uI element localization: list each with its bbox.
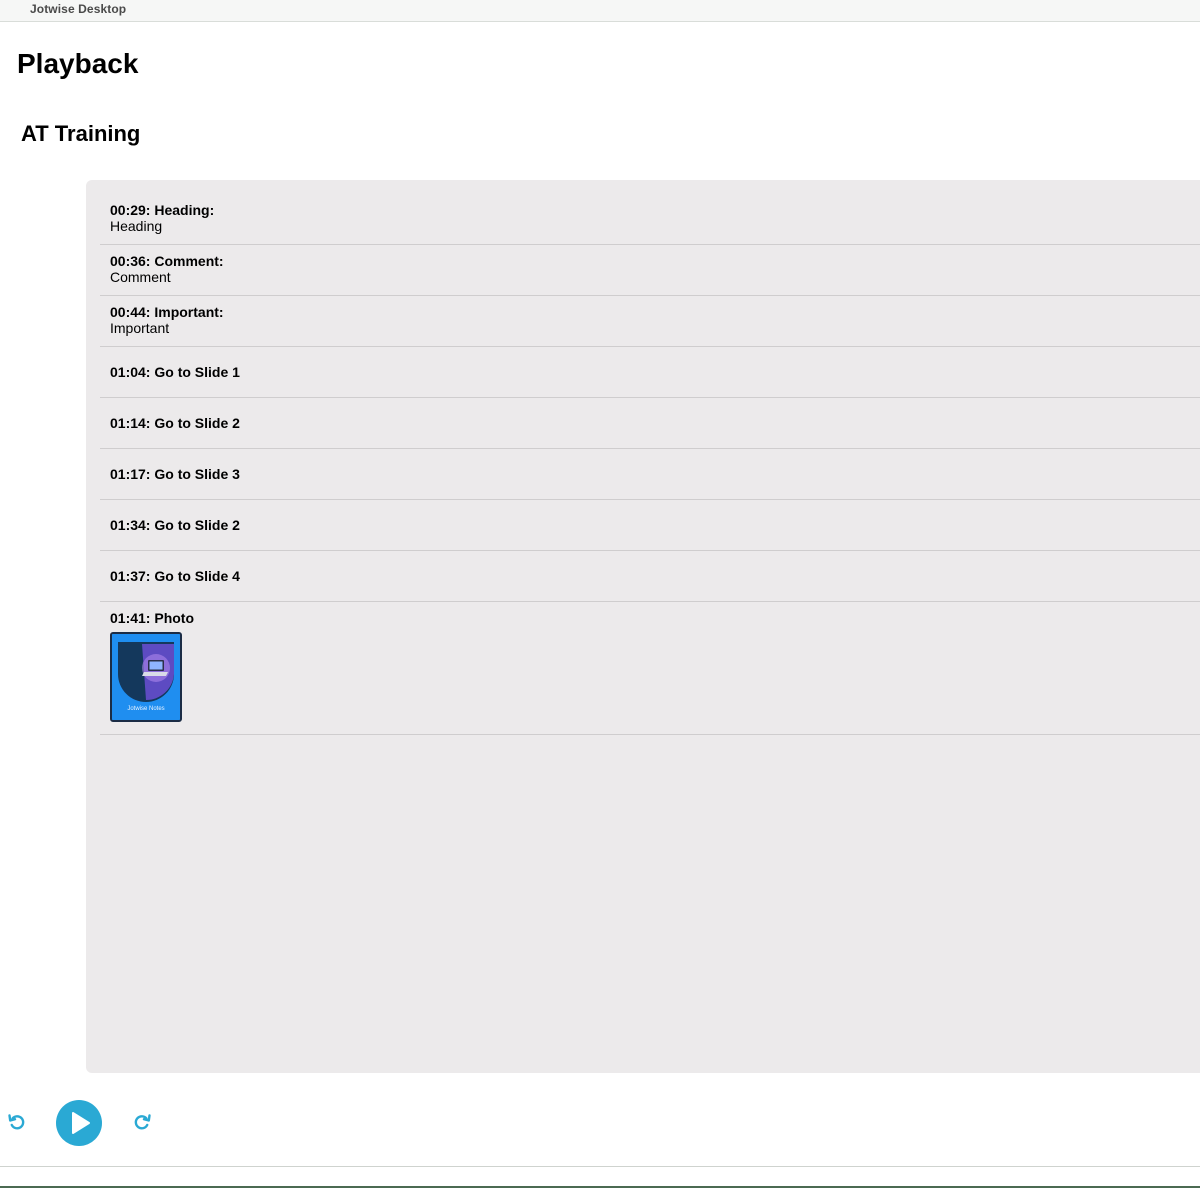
events-panel: 00:29: Heading: Heading 00:36: Comment: …: [86, 180, 1200, 1073]
event-title: 01:41: Photo: [110, 610, 195, 626]
forward-button[interactable]: [130, 1110, 154, 1134]
event-item[interactable]: 01:37: Go to Slide 4: [100, 551, 1200, 602]
event-title: 01:37: Go to Slide 4: [110, 568, 240, 584]
event-body: Comment: [110, 269, 171, 285]
events-list: 00:29: Heading: Heading 00:36: Comment: …: [100, 194, 1200, 735]
page-title: Playback: [17, 48, 139, 79]
status-divider: [0, 1186, 1200, 1188]
event-item[interactable]: 01:17: Go to Slide 3: [100, 449, 1200, 500]
event-title: 00:44: Important:: [110, 304, 224, 320]
rewind-button[interactable]: [5, 1110, 29, 1134]
event-title: 00:36: Comment:: [110, 253, 224, 269]
event-item[interactable]: 00:36: Comment: Comment: [100, 245, 1200, 296]
event-title: 01:34: Go to Slide 2: [110, 517, 240, 533]
title-bar: Jotwise Desktop: [0, 0, 1200, 22]
event-body: Heading: [110, 218, 163, 234]
event-item[interactable]: 00:44: Important: Important: [100, 296, 1200, 347]
rotate-ccw-icon: [8, 1114, 25, 1130]
event-title: 01:17: Go to Slide 3: [110, 466, 240, 482]
event-title: 00:29: Heading:: [110, 202, 215, 218]
event-item[interactable]: 01:14: Go to Slide 2: [100, 398, 1200, 449]
app-title: Jotwise Desktop: [30, 2, 127, 16]
photo-caption: Jotwise Notes: [127, 706, 165, 712]
play-button[interactable]: [56, 1100, 102, 1146]
status-bar: [0, 1166, 1200, 1200]
event-item-photo[interactable]: 01:41: Photo Jotwise Notes: [100, 602, 1200, 735]
recording-title: AT Training: [21, 121, 141, 146]
playback-controls: [0, 1095, 300, 1155]
rotate-cw-icon: [134, 1114, 151, 1130]
event-title: 01:14: Go to Slide 2: [110, 415, 240, 431]
event-title: 01:04: Go to Slide 1: [110, 364, 240, 380]
play-icon: [72, 1112, 90, 1134]
event-item[interactable]: 00:29: Heading: Heading: [100, 194, 1200, 245]
event-item[interactable]: 01:04: Go to Slide 1: [100, 347, 1200, 398]
event-body: Important: [110, 320, 170, 336]
photo-thumbnail[interactable]: Jotwise Notes: [110, 632, 182, 722]
event-item[interactable]: 01:34: Go to Slide 2: [100, 500, 1200, 551]
